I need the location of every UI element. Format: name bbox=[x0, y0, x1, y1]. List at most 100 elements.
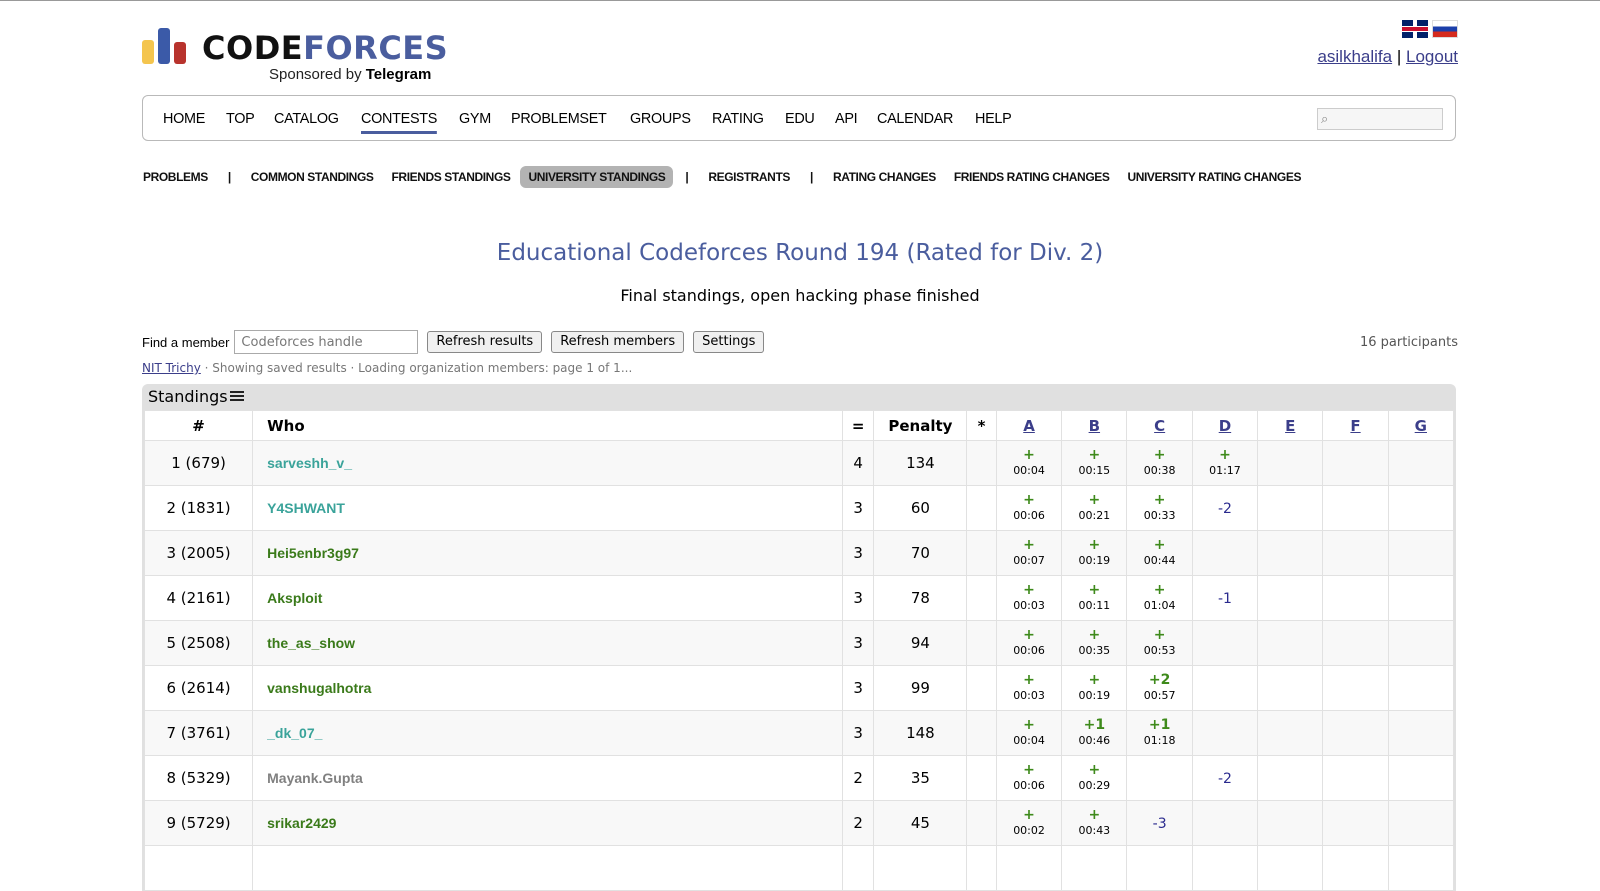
problem-result-cell[interactable]: +00:07 bbox=[995, 530, 1063, 576]
submenu-friends-standings[interactable]: FRIENDS STANDINGS bbox=[384, 166, 519, 188]
submenu-university-standings[interactable]: UNIVERSITY STANDINGS bbox=[520, 166, 674, 188]
penalty-cell: 134 bbox=[873, 440, 968, 486]
submenu-registrants[interactable]: REGISTRANTS bbox=[700, 166, 798, 188]
participant-handle-link[interactable]: Aksploit bbox=[267, 590, 322, 606]
menu-item-problemset[interactable]: PROBLEMSET bbox=[511, 96, 607, 142]
problem-result-cell[interactable]: +00:06 bbox=[995, 485, 1063, 531]
problem-result-cell[interactable]: +00:11 bbox=[1061, 575, 1128, 621]
problem-result-cell[interactable]: +00:38 bbox=[1126, 440, 1193, 486]
problem-result-cell[interactable]: +00:06 bbox=[995, 755, 1063, 801]
menu-item-help[interactable]: HELP bbox=[975, 96, 1012, 142]
participant-handle-link[interactable]: sarveshh_v_ bbox=[267, 455, 352, 471]
menu-item-rating[interactable]: RATING bbox=[712, 96, 764, 142]
table-row: 1 (679) sarveshh_v_ 4 134 +00:04 +00:15 +00:38… bbox=[143, 440, 1455, 486]
problem-result-cell[interactable]: +00:33 bbox=[1126, 485, 1193, 531]
language-switcher bbox=[1398, 20, 1458, 38]
standings-heading: Standings bbox=[142, 384, 1456, 410]
problem-link-c[interactable]: C bbox=[1154, 417, 1165, 435]
user-handle-link[interactable]: asilkhalifa bbox=[1317, 47, 1392, 66]
hacks-cell bbox=[966, 620, 997, 666]
menu-item-calendar[interactable]: CALENDAR bbox=[877, 96, 953, 142]
participant-handle-link[interactable]: srikar2429 bbox=[267, 815, 336, 831]
settings-button[interactable]: Settings bbox=[693, 331, 765, 353]
problem-result-cell[interactable]: +00:06 bbox=[995, 620, 1063, 666]
search-input[interactable]: ⌕ bbox=[1317, 108, 1443, 130]
problem-link-f[interactable]: F bbox=[1350, 417, 1360, 435]
problem-result-cell[interactable]: +00:19 bbox=[1061, 530, 1128, 576]
attempts-mark: + bbox=[1023, 762, 1035, 778]
problem-result-cell[interactable]: +00:03 bbox=[995, 665, 1063, 711]
problem-result-cell[interactable]: +2 00:57 bbox=[1126, 665, 1193, 711]
logo-wordmark: CODEFORCES bbox=[202, 29, 449, 67]
problem-result-cell[interactable]: -3 bbox=[1126, 800, 1193, 846]
attempts-mark: + bbox=[1088, 447, 1101, 463]
organization-link[interactable]: NIT Trichy bbox=[142, 361, 201, 375]
refresh-results-button[interactable]: Refresh results bbox=[427, 331, 543, 353]
menu-item-top[interactable]: TOP bbox=[226, 96, 255, 142]
submenu-university-rating-changes[interactable]: UNIVERSITY RATING CHANGES bbox=[1119, 166, 1309, 188]
handle-search-input[interactable] bbox=[234, 330, 419, 354]
submenu-friends-rating-changes[interactable]: FRIENDS RATING CHANGES bbox=[946, 166, 1118, 188]
codeforces-logo[interactable]: CODEFORCES Sponsored by Telegram bbox=[142, 26, 452, 86]
problem-result-cell bbox=[1387, 755, 1455, 801]
problem-result-cell[interactable]: +00:02 bbox=[995, 800, 1063, 846]
problem-result-cell[interactable]: +00:29 bbox=[1061, 755, 1128, 801]
attempts-mark: + bbox=[1153, 537, 1166, 553]
participant-cell: _dk_07_ bbox=[252, 710, 843, 756]
participant-handle-link[interactable]: Y4SHWANT bbox=[267, 500, 345, 516]
menu-item-groups[interactable]: GROUPS bbox=[630, 96, 691, 142]
problem-result-cell[interactable]: +00:44 bbox=[1126, 530, 1193, 576]
solved-header: = bbox=[841, 410, 875, 441]
participant-handle-link[interactable]: vanshugalhotra bbox=[267, 680, 371, 696]
menu-item-home[interactable]: HOME bbox=[163, 96, 205, 142]
problem-result-cell[interactable]: +00:35 bbox=[1061, 620, 1128, 666]
problem-result-cell[interactable]: +1 00:46 bbox=[1061, 710, 1128, 756]
attempts-mark: +1 bbox=[1148, 717, 1171, 733]
russia-flag-icon[interactable] bbox=[1432, 20, 1458, 38]
refresh-members-button[interactable]: Refresh members bbox=[551, 331, 685, 353]
accepted-result: +01:17 bbox=[1193, 447, 1257, 479]
problem-link-b[interactable]: B bbox=[1089, 417, 1100, 435]
problem-link-e[interactable]: E bbox=[1285, 417, 1295, 435]
penalty-cell: 78 bbox=[873, 575, 968, 621]
problem-result-cell bbox=[1191, 710, 1259, 756]
menu-item-api[interactable]: API bbox=[835, 96, 858, 142]
logout-link[interactable]: Logout bbox=[1406, 47, 1458, 66]
menu-item-contests[interactable]: CONTESTS bbox=[360, 96, 437, 142]
participant-handle-link[interactable]: Hei5enbr3g97 bbox=[267, 545, 359, 561]
participant-handle-link[interactable]: Mayank.Gupta bbox=[267, 770, 363, 786]
problem-result-cell[interactable]: +00:43 bbox=[1061, 800, 1128, 846]
menu-item-catalog[interactable]: CATALOG bbox=[274, 96, 339, 142]
problem-result-cell[interactable]: +00:19 bbox=[1061, 665, 1128, 711]
submission-time: 00:07 bbox=[1013, 554, 1045, 567]
problem-link-a[interactable]: A bbox=[1023, 417, 1035, 435]
problem-result-cell[interactable]: +00:03 bbox=[995, 575, 1063, 621]
menu-item-edu[interactable]: EDU bbox=[785, 96, 815, 142]
problem-result-cell[interactable]: +01:04 bbox=[1126, 575, 1193, 621]
problem-result-cell[interactable]: +00:04 bbox=[995, 440, 1063, 486]
attempts-mark: + bbox=[1153, 447, 1166, 463]
accepted-result: +00:04 bbox=[997, 447, 1061, 479]
submenu-rating-changes[interactable]: RATING CHANGES bbox=[825, 166, 944, 188]
problem-result-cell bbox=[1322, 530, 1389, 576]
uk-flag-icon[interactable] bbox=[1402, 20, 1428, 38]
problem-result-cell[interactable]: -2 bbox=[1191, 755, 1259, 801]
problem-result-cell[interactable]: +01:17 bbox=[1191, 440, 1259, 486]
participant-handle-link[interactable]: _dk_07_ bbox=[267, 725, 322, 741]
menu-item-gym[interactable]: GYM bbox=[459, 96, 491, 142]
submenu-problems[interactable]: PROBLEMS bbox=[142, 166, 216, 188]
problem-link-g[interactable]: G bbox=[1415, 417, 1427, 435]
submenu-common-standings[interactable]: COMMON STANDINGS bbox=[243, 166, 382, 188]
problem-link-d[interactable]: D bbox=[1219, 417, 1231, 435]
problem-result-cell[interactable]: -1 bbox=[1191, 575, 1259, 621]
problem-result-cell bbox=[1322, 755, 1389, 801]
list-icon[interactable] bbox=[229, 391, 244, 403]
problem-result-cell[interactable]: -2 bbox=[1191, 485, 1259, 531]
problem-result-cell[interactable]: +00:15 bbox=[1061, 440, 1128, 486]
problem-result-cell[interactable]: +1 01:18 bbox=[1126, 710, 1193, 756]
problem-result-cell[interactable]: +00:21 bbox=[1061, 485, 1128, 531]
problem-result-cell[interactable]: +00:04 bbox=[995, 710, 1063, 756]
contest-title: Educational Codeforces Round 194 (Rated … bbox=[496, 240, 1104, 266]
problem-result-cell[interactable]: +00:53 bbox=[1126, 620, 1193, 666]
participant-handle-link[interactable]: the_as_show bbox=[267, 635, 355, 651]
